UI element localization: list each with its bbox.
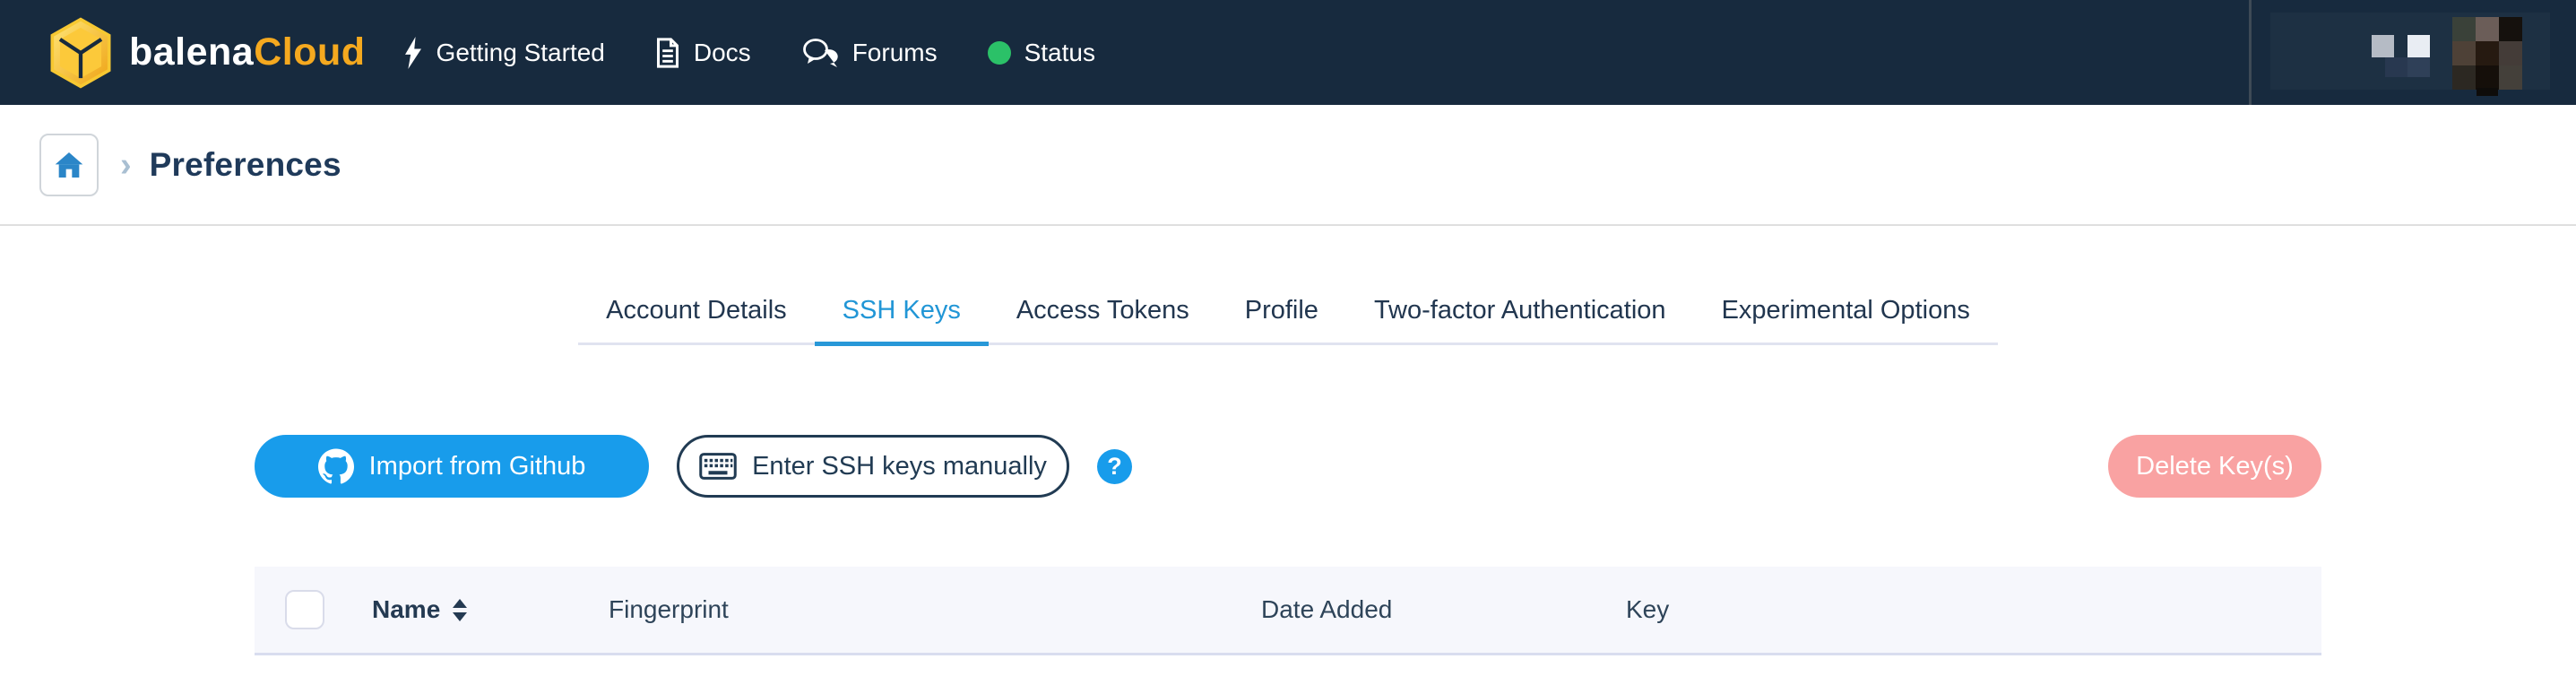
nav-link-getting-started[interactable]: Getting Started <box>403 36 605 69</box>
status-dot-icon <box>987 40 1011 65</box>
nav-link-label: Docs <box>693 38 751 66</box>
enter-ssh-keys-manually-label: Enter SSH keys manually <box>752 451 1047 481</box>
document-icon <box>656 37 679 68</box>
import-from-github-button[interactable]: Import from Github <box>255 435 649 498</box>
ssh-keys-table-header: Name Fingerprint Date Added Key <box>255 567 2321 655</box>
enter-ssh-keys-manually-button[interactable]: Enter SSH keys manually <box>677 435 1069 498</box>
redacted-pixel <box>2407 57 2430 77</box>
redacted-pixel <box>2385 57 2407 77</box>
tabs-container: Account Details SSH Keys Access Tokens P… <box>0 282 2576 346</box>
tab-two-factor[interactable]: Two-factor Authentication <box>1346 282 1694 346</box>
column-header-key: Key <box>1626 595 1670 623</box>
nav-link-forums[interactable]: Forums <box>801 37 938 69</box>
redacted-pixel <box>2372 35 2394 57</box>
question-glyph: ? <box>1107 452 1122 480</box>
lightning-icon <box>404 36 421 69</box>
brand-logo[interactable]: balenaCloud <box>48 16 366 89</box>
tab-profile[interactable]: Profile <box>1217 282 1346 346</box>
navbar-divider <box>2249 0 2252 105</box>
nav-link-status[interactable]: Status <box>987 38 1095 67</box>
navbar-links: Getting Started Docs Forums Status <box>403 36 1095 69</box>
column-label: Name <box>372 595 441 623</box>
breadcrumb: › Preferences <box>0 105 2576 226</box>
page-title: Preferences <box>149 145 341 183</box>
column-header-fingerprint: Fingerprint <box>609 595 729 623</box>
import-from-github-label: Import from Github <box>368 451 586 481</box>
redacted-pixel <box>2407 35 2430 57</box>
help-question-icon[interactable]: ? <box>1097 448 1132 484</box>
tabs: Account Details SSH Keys Access Tokens P… <box>578 282 1998 346</box>
avatar <box>2452 17 2522 90</box>
chevron-right-icon: › <box>120 145 132 184</box>
ssh-keys-toolbar: Import from Github Enter SSH keys manual… <box>255 435 2321 498</box>
delete-keys-button[interactable]: Delete Key(s) <box>2108 435 2321 498</box>
nav-link-docs[interactable]: Docs <box>655 37 751 69</box>
select-all-cell <box>255 590 372 629</box>
nav-link-label: Forums <box>851 38 938 66</box>
nav-link-label: Status <box>1024 38 1095 66</box>
tab-experimental-options[interactable]: Experimental Options <box>1694 282 1998 346</box>
keyboard-icon <box>699 453 737 480</box>
column-header-date-added: Date Added <box>1261 595 1393 623</box>
home-button[interactable] <box>39 133 99 196</box>
redacted-pixel <box>2477 88 2498 96</box>
home-icon <box>55 152 83 178</box>
balena-cube-icon <box>50 16 111 89</box>
github-icon <box>317 448 354 484</box>
nav-link-label: Getting Started <box>436 38 605 66</box>
chat-bubbles-icon <box>802 38 838 67</box>
tab-ssh-keys[interactable]: SSH Keys <box>814 282 989 346</box>
delete-keys-label: Delete Key(s) <box>2136 451 2294 481</box>
select-all-checkbox[interactable] <box>285 590 324 629</box>
tab-access-tokens[interactable]: Access Tokens <box>989 282 1217 346</box>
top-navbar: balenaCloud Getting Started Docs Forums … <box>0 0 2576 105</box>
preferences-page: balenaCloud Getting Started Docs Forums … <box>0 0 2576 685</box>
sort-icon <box>453 598 468 621</box>
user-menu-redacted[interactable] <box>2270 13 2550 96</box>
brand-wordmark: balenaCloud <box>129 30 366 74</box>
tab-account-details[interactable]: Account Details <box>578 282 815 346</box>
column-header-name[interactable]: Name <box>372 595 609 624</box>
